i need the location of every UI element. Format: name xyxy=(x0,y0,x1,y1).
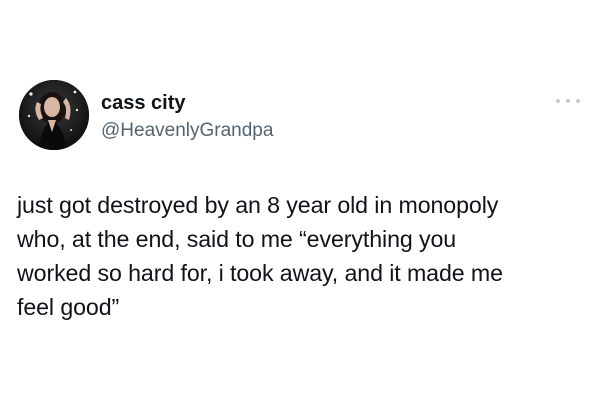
user-handle[interactable]: @HeavenlyGrandpa xyxy=(101,119,273,143)
more-options-icon[interactable] xyxy=(556,95,580,107)
profile-photo-icon xyxy=(19,80,89,150)
avatar[interactable] xyxy=(19,80,89,150)
dot xyxy=(576,99,580,103)
dot xyxy=(566,99,570,103)
tweet-text: just got destroyed by an 8 year old in m… xyxy=(17,192,503,320)
dot xyxy=(556,99,560,103)
tweet-card: cass city @HeavenlyGrandpa just got dest… xyxy=(0,0,600,415)
display-name[interactable]: cass city xyxy=(101,91,186,115)
